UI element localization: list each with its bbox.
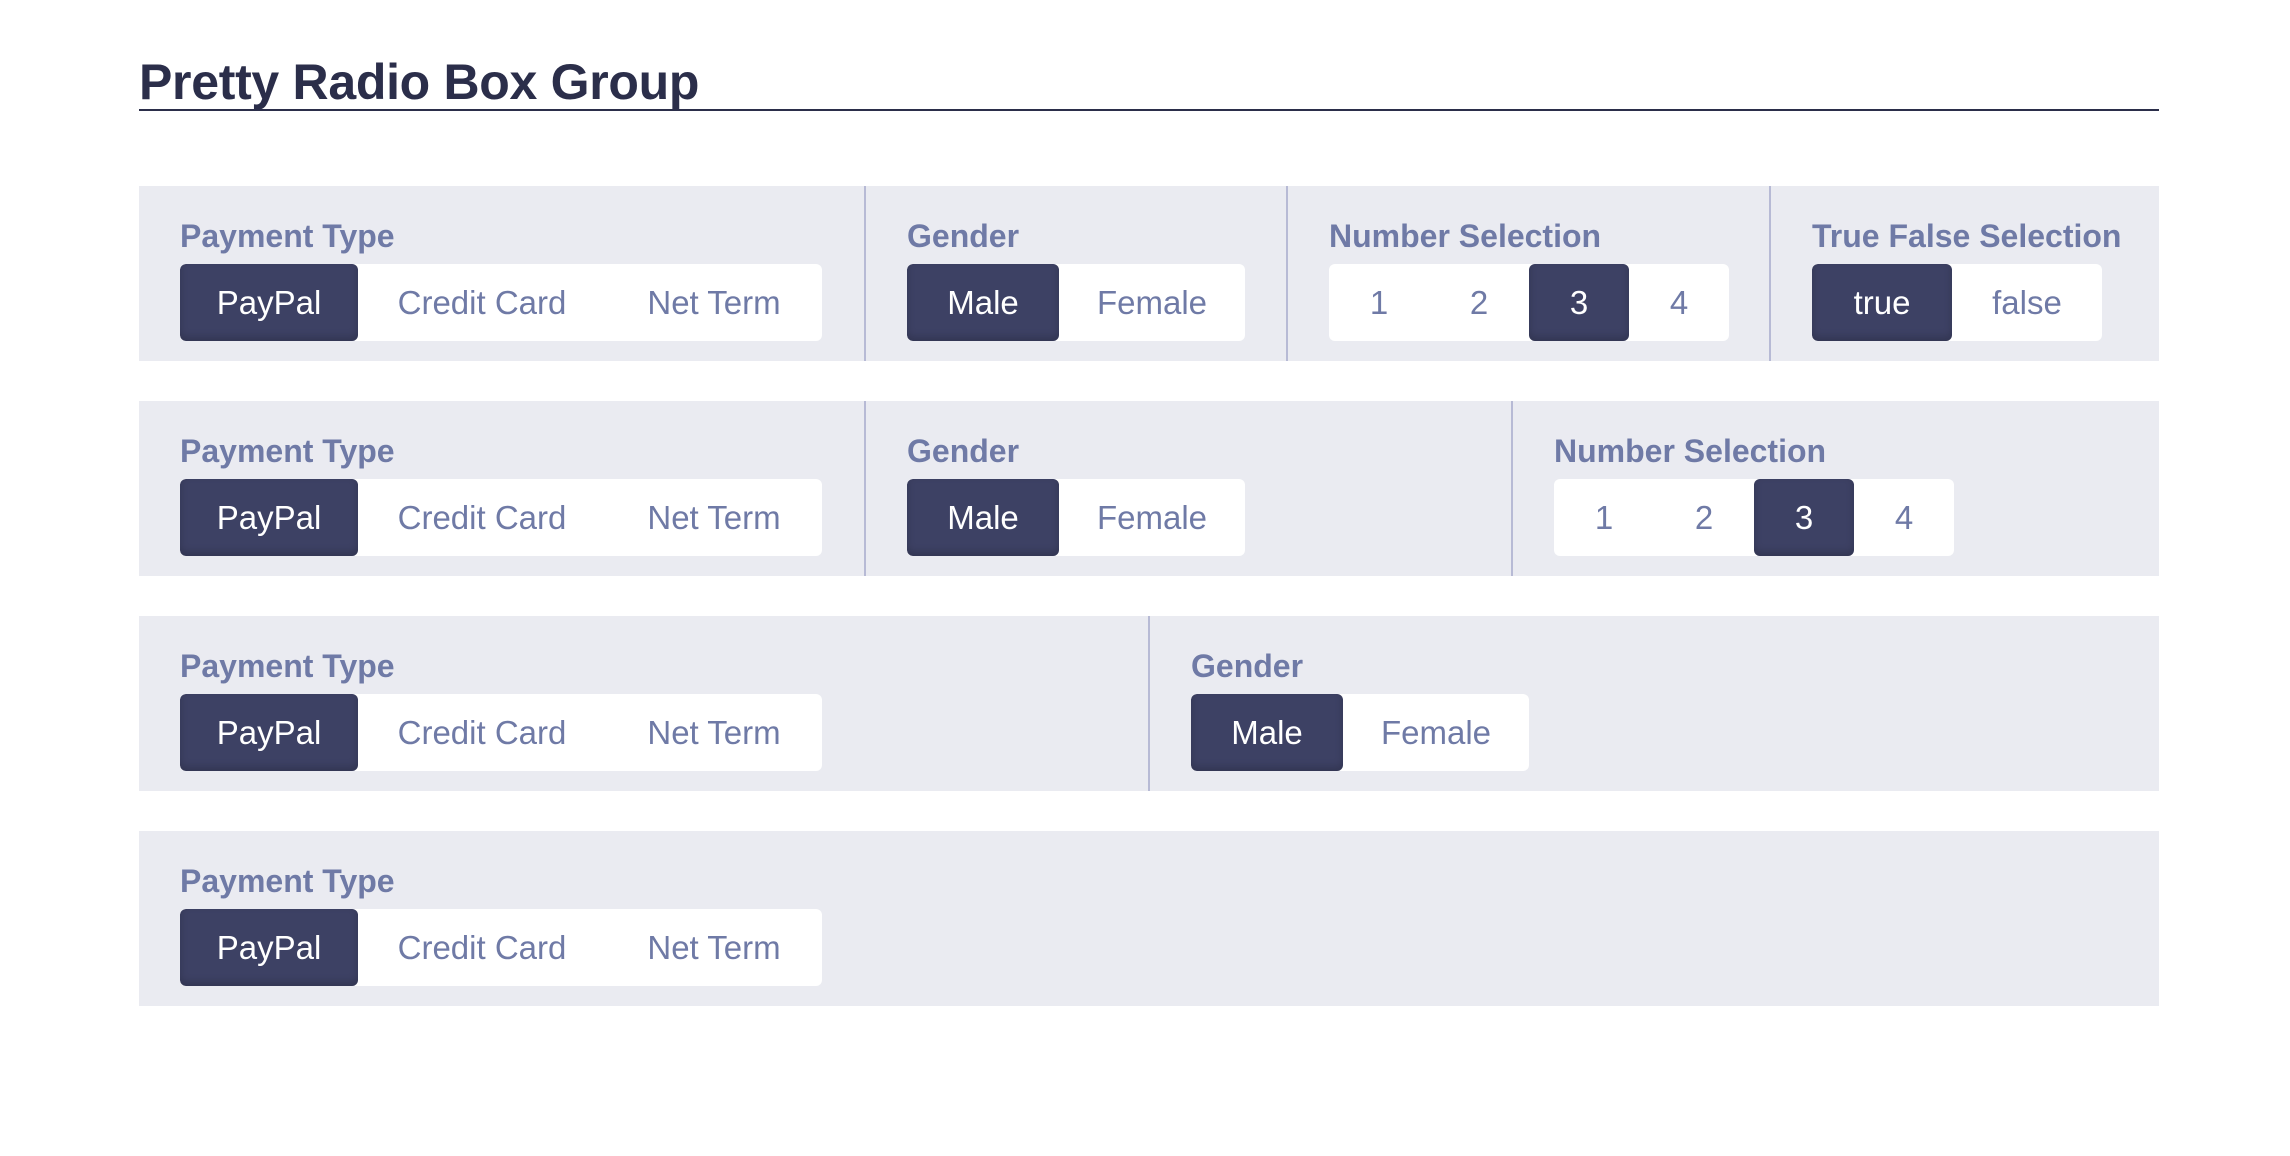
page-title: Pretty Radio Box Group [139,54,700,110]
payment-type-options: PayPal Credit Card Net Term [180,694,822,771]
option-female[interactable]: Female [1343,694,1529,771]
group-divider [864,186,866,361]
option-2[interactable]: 2 [1429,264,1529,341]
option-4[interactable]: 4 [1629,264,1729,341]
option-3[interactable]: 3 [1529,264,1629,341]
number-selection-options: 1 2 3 4 [1554,479,1954,556]
option-net-term[interactable]: Net Term [606,694,822,771]
group-label: Payment Type [180,863,395,899]
gender-options: Male Female [907,264,1245,341]
option-male[interactable]: Male [907,479,1059,556]
payment-type-options: PayPal Credit Card Net Term [180,264,822,341]
payment-type-options: PayPal Credit Card Net Term [180,909,822,986]
group-label: Payment Type [180,648,395,684]
option-credit-card[interactable]: Credit Card [358,909,606,986]
group-label: Gender [907,433,1020,469]
group-label: Gender [907,218,1020,254]
radio-row-3: Payment Type PayPal Credit Card Net Term… [139,616,2159,791]
payment-type-options: PayPal Credit Card Net Term [180,479,822,556]
option-1[interactable]: 1 [1554,479,1654,556]
group-label: Number Selection [1329,218,1602,254]
radio-row-2: Payment Type PayPal Credit Card Net Term… [139,401,2159,576]
option-paypal[interactable]: PayPal [180,694,358,771]
group-label: Number Selection [1554,433,1827,469]
group-divider [1511,401,1513,576]
group-label: Payment Type [180,218,395,254]
option-male[interactable]: Male [1191,694,1343,771]
option-4[interactable]: 4 [1854,479,1954,556]
option-false[interactable]: false [1952,264,2102,341]
group-divider [1769,186,1771,361]
number-selection-options: 1 2 3 4 [1329,264,1729,341]
option-net-term[interactable]: Net Term [606,479,822,556]
radio-row-1: Payment Type PayPal Credit Card Net Term… [139,186,2159,361]
title-underline [139,109,2159,111]
option-net-term[interactable]: Net Term [606,909,822,986]
option-net-term[interactable]: Net Term [606,264,822,341]
group-divider [864,401,866,576]
true-false-options: true false [1812,264,2102,341]
group-label: True False Selection [1812,218,2122,254]
option-credit-card[interactable]: Credit Card [358,264,606,341]
gender-options: Male Female [907,479,1245,556]
radio-row-4: Payment Type PayPal Credit Card Net Term [139,831,2159,1006]
group-label: Gender [1191,648,1304,684]
option-credit-card[interactable]: Credit Card [358,694,606,771]
group-divider [1286,186,1288,361]
option-paypal[interactable]: PayPal [180,479,358,556]
option-true[interactable]: true [1812,264,1952,341]
gender-options: Male Female [1191,694,1529,771]
group-divider [1148,616,1150,791]
option-female[interactable]: Female [1059,264,1245,341]
option-3[interactable]: 3 [1754,479,1854,556]
option-paypal[interactable]: PayPal [180,909,358,986]
option-male[interactable]: Male [907,264,1059,341]
group-label: Payment Type [180,433,395,469]
option-female[interactable]: Female [1059,479,1245,556]
option-credit-card[interactable]: Credit Card [358,479,606,556]
option-2[interactable]: 2 [1654,479,1754,556]
option-1[interactable]: 1 [1329,264,1429,341]
option-paypal[interactable]: PayPal [180,264,358,341]
